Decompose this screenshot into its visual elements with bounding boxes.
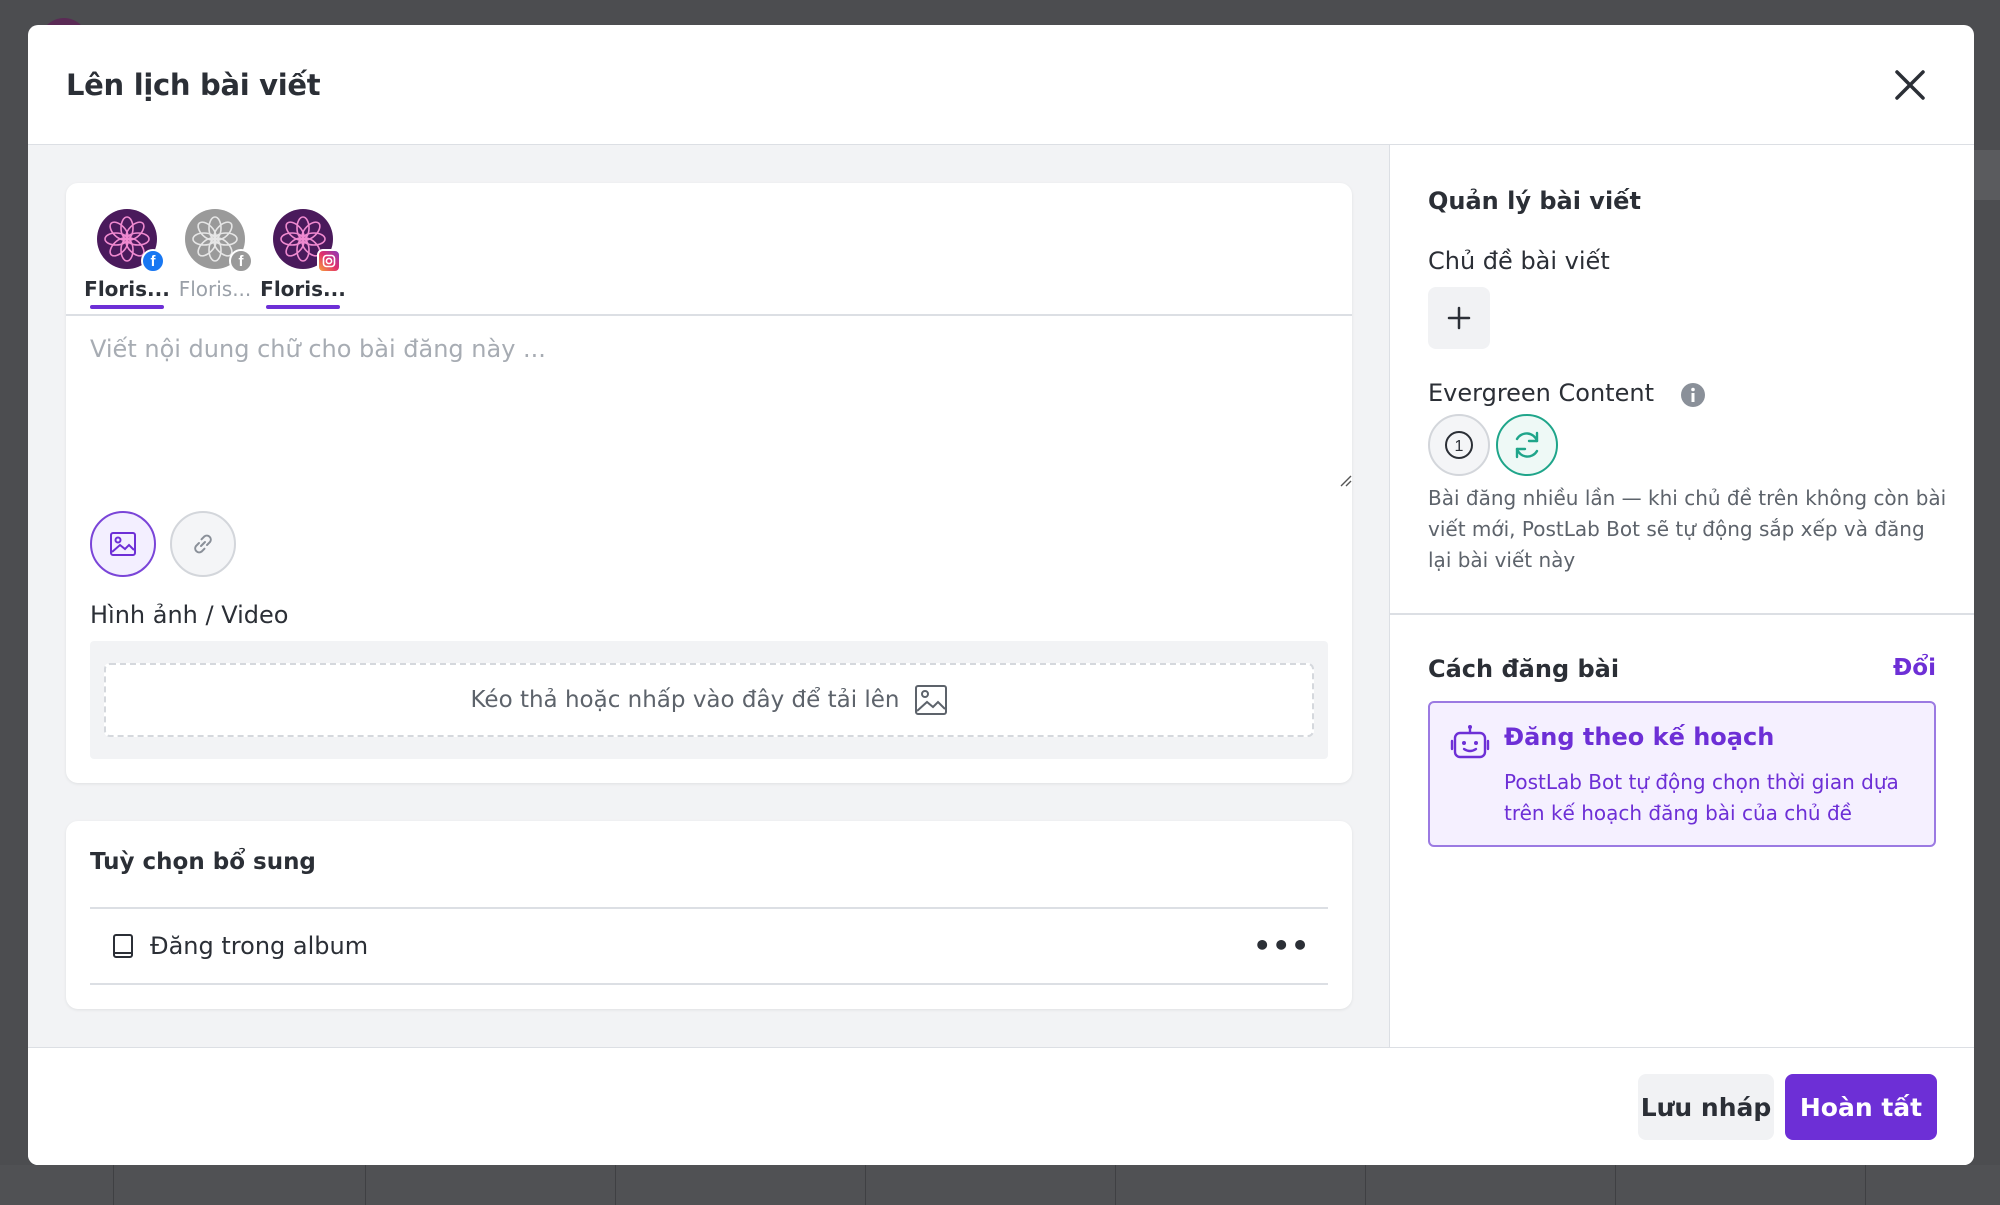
facebook-icon: f	[229, 249, 253, 273]
book-icon	[113, 934, 133, 958]
method-option-title: Đăng theo kế hoạch	[1504, 723, 1775, 751]
background-panel	[1970, 150, 2000, 200]
complete-button[interactable]: Hoàn tất	[1785, 1074, 1937, 1140]
evergreen-once-button[interactable]: 1	[1428, 414, 1490, 476]
account-tab-facebook-2[interactable]: f Floris...	[178, 209, 253, 309]
media-section-label: Hình ảnh / Video	[90, 601, 289, 629]
resize-handle-icon[interactable]	[1338, 473, 1352, 487]
avatar: f	[185, 209, 253, 273]
divider	[66, 314, 1352, 316]
schedule-post-modal: Lên lịch bài viết f Floris... f Floris..…	[28, 25, 1974, 1165]
add-topic-button[interactable]	[1428, 287, 1490, 349]
image-icon	[914, 685, 947, 715]
media-link-toggle[interactable]	[170, 511, 236, 577]
link-icon	[194, 534, 212, 554]
plus-icon	[1447, 306, 1471, 330]
divider	[1390, 613, 1974, 615]
selected-indicator	[178, 305, 252, 309]
more-options-button[interactable]: •••	[1253, 932, 1310, 960]
background-calendar-grid	[0, 1165, 2000, 1205]
additional-options-title: Tuỳ chọn bổ sung	[90, 849, 316, 875]
composer-pane: f Floris... f Floris... Floris... Viết n…	[28, 145, 1390, 1047]
account-label: Floris...	[178, 277, 252, 301]
change-method-link[interactable]: Đổi	[1893, 655, 1936, 681]
modal-footer: Lưu nháp Hoàn tất	[28, 1047, 1974, 1165]
modal-title: Lên lịch bài viết	[66, 67, 321, 102]
refresh-icon	[1515, 431, 1539, 459]
once-symbol: 1	[1455, 438, 1464, 455]
account-selector: f Floris... f Floris... Floris...	[84, 209, 346, 309]
robot-icon	[1450, 725, 1490, 759]
scheduled-posting-option[interactable]: Đăng theo kế hoạch PostLab Bot tự động c…	[1428, 701, 1936, 847]
account-label: Floris...	[260, 277, 346, 301]
modal-header: Lên lịch bài viết	[28, 25, 1974, 145]
account-tab-facebook-1[interactable]: f Floris...	[84, 209, 170, 309]
post-management-title: Quản lý bài viết	[1428, 187, 1641, 215]
topic-label: Chủ đề bài viết	[1428, 247, 1610, 275]
close-button[interactable]	[1888, 63, 1932, 107]
settings-pane: Quản lý bài viết Chủ đề bài viết Evergre…	[1390, 145, 1974, 1047]
avatar: f	[97, 209, 165, 273]
modal-body: f Floris... f Floris... Floris... Viết n…	[28, 145, 1974, 1047]
instagram-icon	[317, 249, 341, 273]
upload-area: Kéo thả hoặc nhấp vào đây để tải lên	[90, 641, 1328, 759]
facebook-icon: f	[141, 249, 165, 273]
account-label: Floris...	[84, 277, 170, 301]
additional-options-card: Tuỳ chọn bổ sung Đăng trong album •••	[66, 821, 1352, 1009]
post-in-album-option[interactable]: Đăng trong album •••	[90, 907, 1328, 985]
posting-method-title: Cách đăng bài	[1428, 655, 1620, 683]
file-dropzone[interactable]: Kéo thả hoặc nhấp vào đây để tải lên	[104, 663, 1314, 737]
account-tab-instagram[interactable]: Floris...	[260, 209, 346, 309]
dropzone-text: Kéo thả hoặc nhấp vào đây để tải lên	[470, 687, 900, 713]
album-option-label: Đăng trong album	[150, 932, 369, 960]
evergreen-repeat-button[interactable]	[1496, 414, 1558, 476]
avatar	[273, 209, 341, 273]
selected-indicator	[266, 305, 340, 309]
method-option-description: PostLab Bot tự động chọn thời gian dựa t…	[1504, 770, 1899, 825]
image-icon	[110, 532, 136, 556]
save-draft-button[interactable]: Lưu nháp	[1638, 1074, 1774, 1140]
post-content-input[interactable]	[90, 335, 1328, 485]
number-one-icon: 1	[1445, 431, 1473, 459]
media-image-toggle[interactable]	[90, 511, 156, 577]
composer-card: f Floris... f Floris... Floris... Viết n…	[66, 183, 1352, 783]
close-icon	[1895, 70, 1925, 100]
selected-indicator	[90, 305, 164, 309]
evergreen-description: Bài đăng nhiều lần — khi chủ đề trên khô…	[1428, 486, 1947, 572]
evergreen-label: Evergreen Content	[1428, 379, 1654, 407]
info-icon[interactable]	[1680, 382, 1706, 408]
